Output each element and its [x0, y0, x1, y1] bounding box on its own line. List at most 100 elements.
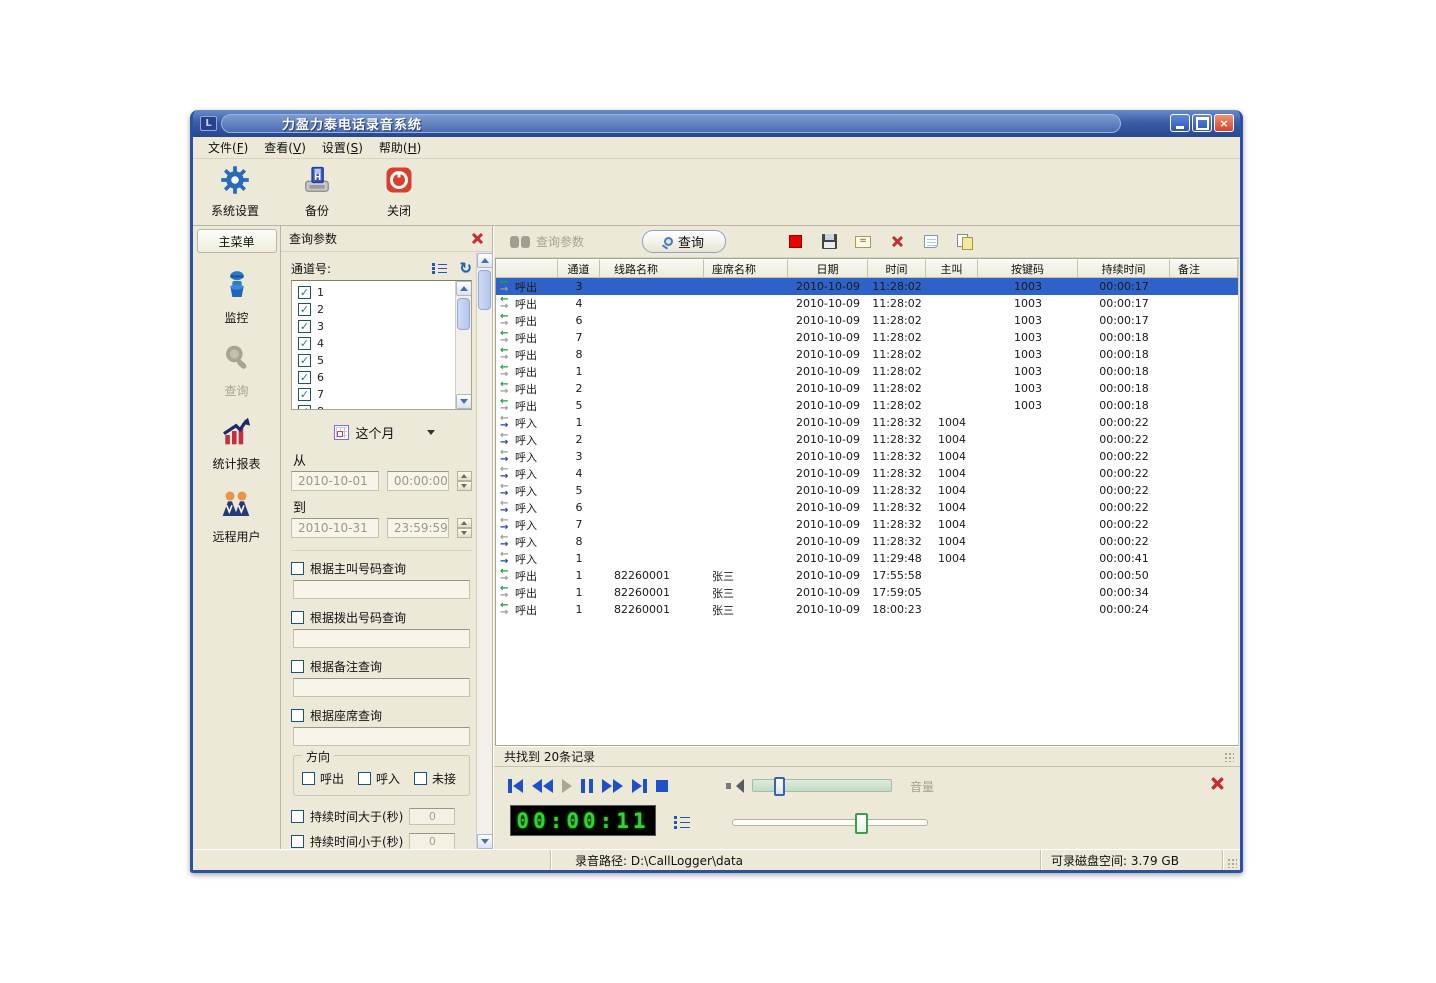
playlist-icon[interactable] [674, 815, 690, 829]
checkbox[interactable]: ✓ [298, 388, 311, 401]
listbox-scrollbar[interactable] [455, 281, 471, 409]
table-row[interactable]: ←→呼出72010-10-0911:28:02100300:00:18 [496, 329, 1238, 346]
filter-checkbox-row[interactable]: 根据备注查询 [291, 657, 472, 675]
channel-list-icon[interactable] [432, 262, 447, 274]
channel-listbox[interactable]: ✓1✓2✓3✓4✓5✓6✓7✓8 [291, 280, 472, 410]
pause-button[interactable] [581, 779, 593, 793]
checkbox[interactable] [414, 772, 427, 785]
table-row[interactable]: ←→呼出42010-10-0911:28:02100300:00:17 [496, 295, 1238, 312]
skip-end-button[interactable] [632, 779, 647, 793]
toolbar-button-2[interactable]: H备份 [289, 165, 345, 219]
delete-icon[interactable] [888, 234, 906, 250]
checkbox[interactable] [291, 810, 304, 823]
skip-start-button[interactable] [508, 779, 523, 793]
column-header-9[interactable]: 备注 [1170, 259, 1238, 278]
direction-option[interactable]: 呼出 [302, 770, 344, 787]
checkbox[interactable]: ✓ [298, 371, 311, 384]
filter-input[interactable] [293, 580, 470, 599]
filter-checkbox-row[interactable]: 根据座席查询 [291, 706, 472, 724]
table-row[interactable]: ←→呼入82010-10-0911:28:32100400:00:22 [496, 533, 1238, 550]
checkbox[interactable] [291, 835, 304, 848]
scroll-up-icon[interactable] [456, 281, 472, 296]
maximize-button[interactable] [1192, 114, 1212, 132]
menu-item-s[interactable]: 设置(S) [315, 137, 370, 158]
table-row[interactable]: ←→呼入72010-10-0911:28:32100400:00:22 [496, 516, 1238, 533]
channel-checkbox-row[interactable]: ✓3 [298, 318, 471, 335]
from-time-field[interactable]: 00:00:00 [387, 471, 449, 491]
scroll-up-icon[interactable] [477, 253, 493, 268]
checkbox[interactable] [358, 772, 371, 785]
channel-checkbox-row[interactable]: ✓2 [298, 301, 471, 318]
column-header-dir[interactable] [496, 259, 558, 278]
close-query-panel-icon[interactable] [471, 232, 484, 245]
filter-input[interactable] [293, 727, 470, 746]
direction-option[interactable]: 呼入 [358, 770, 400, 787]
column-header-3[interactable]: 座席名称 [704, 259, 788, 278]
table-row[interactable]: ←→呼出52010-10-0911:28:02100300:00:18 [496, 397, 1238, 414]
table-row[interactable]: ←→呼入42010-10-0911:28:32100400:00:22 [496, 465, 1238, 482]
table-row[interactable]: ←→呼出182260001张三2010-10-0917:55:5800:00:5… [496, 567, 1238, 584]
checkbox[interactable]: ✓ [298, 405, 311, 410]
checkbox[interactable]: ✓ [298, 320, 311, 333]
toolbar-button-1[interactable]: 系统设置 [207, 165, 263, 219]
duration-filter-row[interactable]: 持续时间小于(秒)0 [291, 831, 472, 849]
filter-checkbox-row[interactable]: 根据拨出号码查询 [291, 608, 472, 626]
duration-filter-row[interactable]: 持续时间大于(秒)0 [291, 806, 472, 826]
volume-slider-thumb[interactable] [774, 777, 785, 796]
table-row[interactable]: ←→呼入12010-10-0911:29:48100400:00:41 [496, 550, 1238, 567]
resize-grip[interactable] [1227, 858, 1237, 868]
column-header-6[interactable]: 主叫 [926, 259, 978, 278]
table-row[interactable]: ←→呼出32010-10-0911:28:02100300:00:17 [496, 278, 1238, 295]
checkbox[interactable]: ✓ [298, 303, 311, 316]
table-row[interactable]: ←→呼入12010-10-0911:28:32100400:00:22 [496, 414, 1238, 431]
table-row[interactable]: ←→呼出182260001张三2010-10-0918:00:2300:00:2… [496, 601, 1238, 618]
to-time-field[interactable]: 23:59:59 [387, 518, 449, 538]
period-dropdown[interactable]: 这个月 [328, 421, 400, 444]
table-row[interactable]: ←→呼入52010-10-0911:28:32100400:00:22 [496, 482, 1238, 499]
export-icon[interactable] [956, 234, 974, 250]
position-slider-thumb[interactable] [855, 813, 868, 834]
channel-checkbox-row[interactable]: ✓8 [298, 403, 471, 410]
sidebar-item-search[interactable]: 查询 [220, 342, 254, 399]
column-header-5[interactable]: 时间 [868, 259, 926, 278]
menu-item-v[interactable]: 查看(V) [257, 137, 313, 158]
filter-checkbox-row[interactable]: 根据主叫号码查询 [291, 559, 472, 577]
sidebar-item-stats-report[interactable]: 统计报表 [212, 415, 260, 472]
checkbox[interactable]: ✓ [298, 337, 311, 350]
volume-slider[interactable] [752, 779, 892, 792]
stop-record-icon[interactable] [786, 234, 804, 250]
sidebar-item-remote-users[interactable]: 远程用户 [212, 488, 260, 545]
scroll-down-icon[interactable] [456, 394, 472, 409]
checkbox[interactable]: ✓ [298, 354, 311, 367]
close-button[interactable]: × [1214, 114, 1234, 132]
stop-button[interactable] [656, 779, 668, 793]
column-header-4[interactable]: 日期 [788, 259, 868, 278]
memo-icon[interactable] [922, 234, 940, 250]
minimize-button[interactable] [1170, 114, 1190, 132]
menu-item-f[interactable]: 文件(F) [201, 137, 255, 158]
table-row[interactable]: ←→呼出182260001张三2010-10-0917:59:0500:00:3… [496, 584, 1238, 601]
to-date-field[interactable]: 2010-10-31 [291, 518, 379, 538]
query-panel-scrollbar[interactable] [476, 253, 492, 849]
sidebar-item-monitor[interactable]: 监控 [220, 269, 254, 326]
from-date-field[interactable]: 2010-10-01 [291, 471, 379, 491]
refresh-icon[interactable]: ↻ [459, 261, 472, 276]
to-time-spinner[interactable] [457, 518, 472, 538]
duration-value-field[interactable]: 0 [409, 833, 455, 850]
search-button[interactable]: 查询 [642, 230, 726, 253]
checkbox[interactable] [291, 611, 304, 624]
channel-checkbox-row[interactable]: ✓6 [298, 369, 471, 386]
filter-input[interactable] [293, 678, 470, 697]
direction-option[interactable]: 未接 [414, 770, 456, 787]
checkbox[interactable] [302, 772, 315, 785]
resize-grip[interactable] [1224, 752, 1234, 762]
channel-checkbox-row[interactable]: ✓4 [298, 335, 471, 352]
channel-checkbox-row[interactable]: ✓1 [298, 284, 471, 301]
table-row[interactable]: ←→呼入62010-10-0911:28:32100400:00:22 [496, 499, 1238, 516]
table-row[interactable]: ←→呼入22010-10-0911:28:32100400:00:22 [496, 431, 1238, 448]
fast-forward-button[interactable] [602, 779, 623, 793]
column-header-1[interactable]: 通道 [558, 259, 600, 278]
menu-item-h[interactable]: 帮助(H) [372, 137, 428, 158]
duration-value-field[interactable]: 0 [409, 808, 455, 825]
channel-checkbox-row[interactable]: ✓7 [298, 386, 471, 403]
